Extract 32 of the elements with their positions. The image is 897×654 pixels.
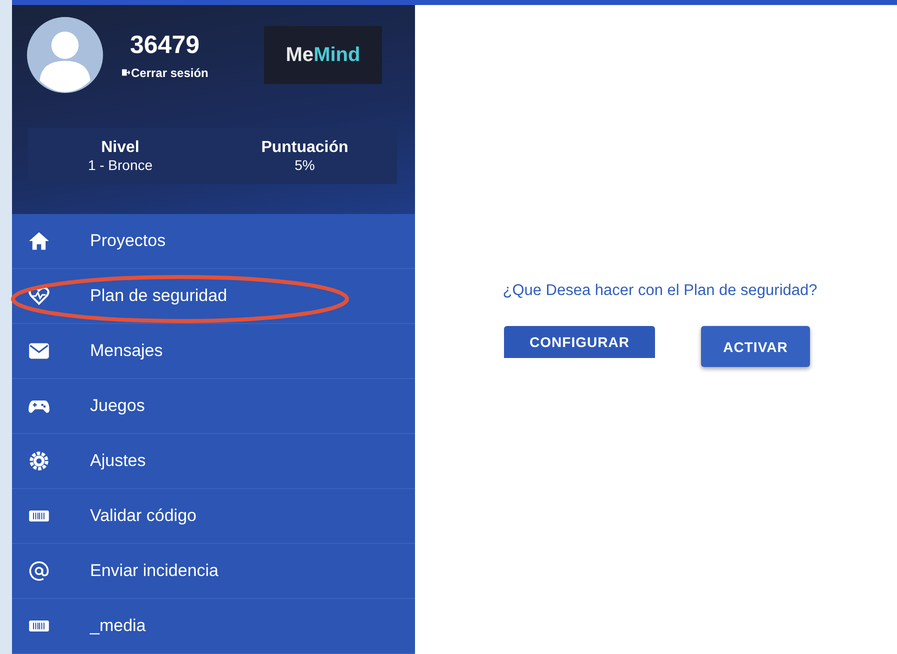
heart-icon	[28, 285, 50, 307]
stat-label: Puntuación	[261, 139, 348, 157]
menu-item[interactable]: Plan de seguridad	[12, 269, 415, 324]
menu-item[interactable]: Validar código	[12, 489, 415, 544]
logout-link[interactable]: Cerrar sesión	[122, 66, 250, 80]
menu-item[interactable]: Juegos	[12, 379, 415, 434]
menu-label: Mensajes	[90, 341, 163, 361]
stat-value: 1 - Bronce	[88, 157, 153, 173]
at-sign-icon	[28, 560, 50, 582]
action-button[interactable]: CONFIGURAR	[504, 326, 655, 358]
menu-label: Plan de seguridad	[90, 286, 228, 306]
action-button[interactable]: ACTIVAR	[701, 326, 810, 367]
question-text: ¿Que Desea hacer con el Plan de seguridad?	[502, 282, 818, 300]
menu-label: Proyectos	[90, 231, 166, 251]
menu-label: Validar código	[90, 506, 196, 526]
stat-value: 5%	[294, 157, 315, 173]
menu-label: Ajustes	[90, 451, 146, 471]
user-id: 36479	[130, 30, 201, 60]
logout-icon	[122, 69, 130, 76]
menu-label: Juegos	[90, 396, 145, 416]
menu-label: Enviar incidencia	[90, 561, 219, 581]
menu-item[interactable]: Proyectos	[12, 214, 415, 269]
settings-icon	[28, 450, 50, 472]
home-icon	[28, 230, 50, 252]
menu-label: _media	[90, 616, 146, 636]
logo: MeMind	[264, 26, 382, 84]
menu-item[interactable]: Ajustes	[12, 434, 415, 489]
menu-item[interactable]: Mensajes	[12, 324, 415, 379]
menu-item[interactable]: Enviar incidencia	[12, 544, 415, 599]
menu-item[interactable]: _media	[12, 599, 415, 654]
avatar-icon	[26, 16, 104, 94]
stat-label: Nivel	[101, 139, 140, 157]
